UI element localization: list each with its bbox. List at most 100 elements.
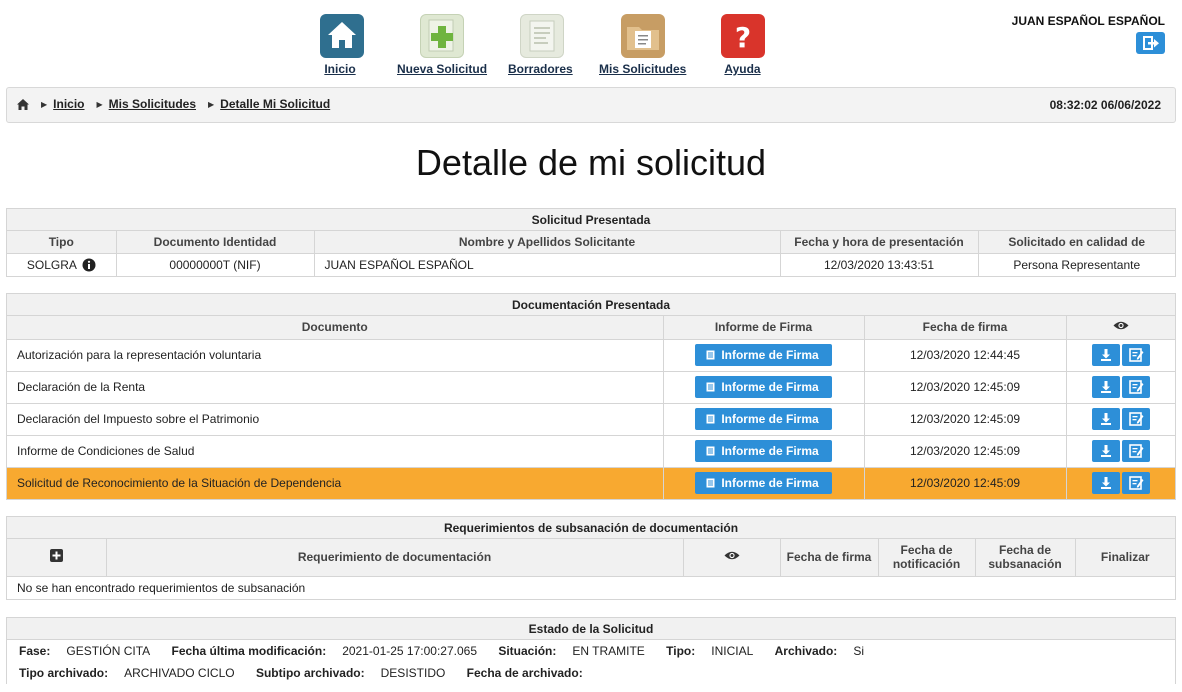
help-icon: ? [721,14,765,58]
informe-firma-label: Informe de Firma [721,380,819,394]
add-icon[interactable] [49,549,63,563]
folder-icon [621,14,665,58]
download-button[interactable] [1091,408,1120,430]
download-icon [1100,413,1111,425]
current-datetime: 08:32:02 06/06/2022 [1049,98,1161,112]
breadcrumb: ▶ Inicio ▶ Mis Solicitudes ▶ Detalle Mi … [6,87,1176,123]
col-informe-firma: Informe de Firma [662,316,865,340]
info-icon[interactable] [82,258,96,272]
chevron-right-icon: ▶ [41,99,48,109]
estado-line-1: Fase: GESTIÓN CITA Fecha última modificac… [7,640,1175,662]
informe-firma-button[interactable]: Informe de Firma [695,440,832,462]
user-panel: JUAN ESPAÑOL ESPAÑOL [1012,14,1165,57]
home-icon[interactable] [17,98,29,110]
edit-button[interactable] [1121,344,1150,366]
tipo-value: SOLGRA [26,257,77,272]
table-row: SOLGRA 00000000T (NIF) JUAN ESPAÑOL ESPA… [7,252,1175,276]
tipo-archivado-value: ARCHIVADO CICLO [124,666,235,680]
cell-fecha: 12/03/2020 13:43:51 [779,252,979,276]
nav-mis-solicitudes[interactable]: Mis Solicitudes [599,14,686,76]
col-finalizar: Finalizar [1074,539,1175,577]
subtipo-label: Subtipo archivado: [255,666,365,680]
breadcrumb-mis-solicitudes[interactable]: Mis Solicitudes [109,97,196,111]
col-view [682,539,781,577]
informe-firma-label: Informe de Firma [721,348,819,362]
tipo-label: Tipo: [666,644,696,658]
documentacion-header: Documentación Presentada [7,294,1175,316]
cell-fecha-firma: 12/03/2020 12:45:09 [863,402,1067,436]
cell-documento: Declaración del Impuesto sobre el Patrim… [7,402,664,436]
tipo-archivado-label: Tipo archivado: [19,666,109,680]
edit-button[interactable] [1121,376,1150,398]
eye-icon [1113,322,1129,330]
col-add [7,539,107,577]
table-row: Declaración de la Renta Informe de Firma 1… [7,370,1175,404]
situacion-value: EN TRAMITE [572,644,645,658]
download-icon [1100,477,1111,490]
cell-actions [1065,338,1175,372]
cell-actions [1065,370,1175,404]
logout-button[interactable] [1136,32,1165,54]
modificacion-label: Fecha última modificación: [171,644,327,658]
download-button[interactable] [1091,472,1120,495]
download-button[interactable] [1091,344,1120,366]
estado-panel: Estado de la Solicitud Fase: GESTIÓN CITA… [6,617,1176,684]
download-button[interactable] [1091,440,1120,462]
table-row: Autorización para la representación volu… [7,338,1175,372]
cell-documento: 00000000T (NIF) [115,252,315,276]
informe-firma-button[interactable]: Informe de Firma [695,408,832,430]
col-documento-identidad: Documento Identidad [115,231,315,254]
fase-value: GESTIÓN CITA [66,644,151,658]
table-row: Solicitud de Reconocimiento de la Situac… [7,466,1175,499]
edit-button[interactable] [1121,440,1150,462]
breadcrumb-inicio[interactable]: Inicio [53,97,84,111]
edit-icon [1128,348,1144,362]
top-navigation: Inicio Nueva Solicitud Borradores Mis So… [0,14,1182,80]
cell-documento: Solicitud de Reconocimiento de la Situac… [7,466,664,499]
cell-informe: Informe de Firma [662,338,865,372]
informe-firma-button[interactable]: Informe de Firma [695,376,832,398]
col-fecha-firma: Fecha de firma [779,539,879,577]
nav-mis-solicitudes-label[interactable]: Mis Solicitudes [599,62,686,76]
edit-button[interactable] [1121,408,1150,430]
drafts-icon [520,14,564,58]
document-icon [706,478,715,488]
edit-icon [1128,444,1144,458]
archivado-label: Archivado: [774,644,838,658]
table-row: No se han encontrado requerimientos de s… [7,575,1175,599]
solicitud-panel: Solicitud Presentada Tipo Documento Iden… [6,208,1176,277]
new-request-icon [420,14,464,58]
download-button[interactable] [1091,376,1120,398]
nav-ayuda[interactable]: ? Ayuda [721,14,765,76]
edit-icon [1128,380,1144,394]
breadcrumb-detalle[interactable]: Detalle Mi Solicitud [220,97,330,111]
nav-ayuda-label[interactable]: Ayuda [720,62,765,76]
estado-header: Estado de la Solicitud [7,618,1175,640]
nav-borradores-label[interactable]: Borradores [508,62,573,76]
cell-fecha-firma: 12/03/2020 12:45:09 [863,434,1067,468]
cell-documento: Autorización para la representación volu… [7,338,664,372]
col-tipo: Tipo [7,231,117,254]
cell-calidad: Persona Representante [977,252,1175,276]
download-icon [1100,349,1111,361]
cell-informe: Informe de Firma [662,402,865,436]
nav-borradores[interactable]: Borradores [508,14,573,76]
nav-nueva-solicitud[interactable]: Nueva Solicitud [397,14,487,76]
informe-firma-button[interactable]: Informe de Firma [695,472,832,495]
nav-inicio-label[interactable]: Inicio [316,62,364,76]
document-icon [706,414,715,424]
col-requerimiento: Requerimiento de documentación [105,539,684,577]
edit-button[interactable] [1121,472,1150,495]
page-title: Detalle de mi solicitud [415,142,767,183]
informe-firma-button[interactable]: Informe de Firma [695,344,832,366]
document-icon [706,382,715,392]
nav-inicio[interactable]: Inicio [320,14,364,76]
requerimientos-panel: Requerimientos de subsanación de documen… [6,516,1176,600]
cell-fecha-firma: 12/03/2020 12:45:09 [863,370,1067,404]
informe-firma-label: Informe de Firma [721,476,819,491]
cell-nombre: JUAN ESPAÑOL ESPAÑOL [313,252,781,276]
col-view [1065,316,1175,340]
svg-text:?: ? [735,21,751,54]
nav-nueva-solicitud-label[interactable]: Nueva Solicitud [397,62,487,76]
table-row: Declaración del Impuesto sobre el Patrim… [7,402,1175,436]
